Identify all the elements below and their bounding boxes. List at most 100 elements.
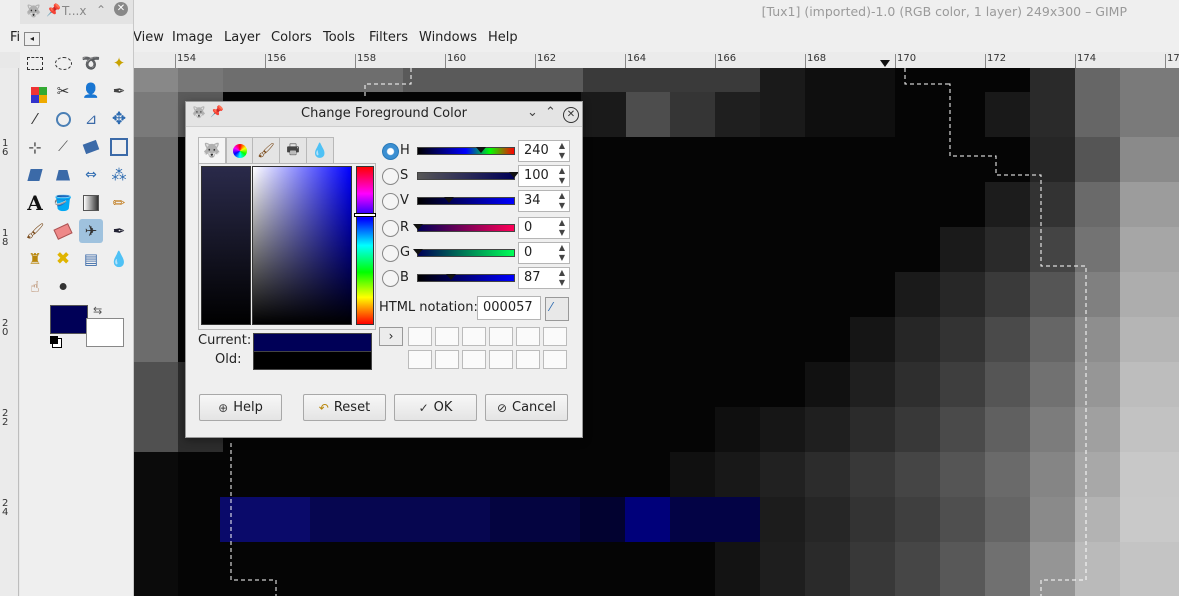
zoom-icon[interactable] xyxy=(51,107,75,131)
tab-menu-icon[interactable]: ◂ xyxy=(24,32,40,46)
spin-up-icon[interactable]: ▲ xyxy=(556,243,568,253)
measure-icon[interactable]: ⊿ xyxy=(79,107,103,131)
pencil-icon[interactable]: ✏ xyxy=(107,191,131,215)
slider-v-marker[interactable] xyxy=(444,197,454,203)
chevron-up-icon[interactable]: ⌃ xyxy=(545,105,556,120)
spin-r[interactable]: 0 ▲ ▼ xyxy=(518,217,570,239)
paths-icon[interactable]: ✒ xyxy=(107,79,131,103)
history-swatch[interactable] xyxy=(435,327,459,346)
eraser-icon[interactable] xyxy=(51,219,75,243)
swap-colors-icon[interactable]: ⇆ xyxy=(93,304,102,317)
spin-down-icon[interactable]: ▼ xyxy=(556,228,568,238)
spin-b[interactable]: 87 ▲ ▼ xyxy=(518,267,570,289)
spin-up-icon[interactable]: ▲ xyxy=(556,191,568,201)
blur-icon[interactable]: 💧 xyxy=(107,247,131,271)
history-swatch[interactable] xyxy=(462,327,486,346)
color-picker-button[interactable]: ⁄ xyxy=(545,297,569,321)
spin-down-icon[interactable]: ▼ xyxy=(556,176,568,186)
menu-colors[interactable]: Colors xyxy=(271,30,312,45)
perspective-clone-icon[interactable]: ▤ xyxy=(79,247,103,271)
background-color-swatch[interactable] xyxy=(86,318,124,347)
slider-s[interactable] xyxy=(417,172,515,180)
tab-color-wheel[interactable] xyxy=(226,137,254,165)
spin-s[interactable]: 100 ▲ ▼ xyxy=(518,165,570,187)
help-button[interactable]: ⊕ Help xyxy=(199,394,282,421)
align-icon[interactable]: ⊹ xyxy=(23,135,47,159)
color-strip[interactable] xyxy=(201,166,251,325)
radio-s[interactable] xyxy=(382,168,399,185)
color-picker-icon[interactable]: ⁄ xyxy=(23,107,47,131)
smudge-icon[interactable]: ☝ xyxy=(23,275,47,299)
slider-g-marker[interactable] xyxy=(413,249,423,255)
ellipse-select-icon[interactable] xyxy=(51,51,75,75)
foreground-select-icon[interactable]: 👤 xyxy=(79,79,103,103)
tab-scales[interactable]: 💧 xyxy=(306,137,334,165)
hue-bar-marker[interactable] xyxy=(354,213,376,217)
history-swatch[interactable] xyxy=(543,350,567,369)
pin-icon[interactable]: 📌 xyxy=(46,3,61,17)
vertical-ruler[interactable]: 1 6 1 8 2 0 2 2 2 4 xyxy=(0,68,19,596)
spin-down-icon[interactable]: ▼ xyxy=(556,253,568,263)
move-icon[interactable]: ✥ xyxy=(107,107,131,131)
menu-file[interactable]: Fi xyxy=(10,30,20,45)
perspective-icon[interactable] xyxy=(51,163,75,187)
spin-down-icon[interactable]: ▼ xyxy=(556,201,568,211)
fuzzy-select-icon[interactable]: ✦ xyxy=(107,51,131,75)
text-icon[interactable]: A xyxy=(23,191,47,215)
old-color-swatch[interactable] xyxy=(253,351,372,370)
history-swatch[interactable] xyxy=(516,327,540,346)
flip-icon[interactable]: ⇔ xyxy=(79,163,103,187)
dodge-burn-icon[interactable]: ⚫ xyxy=(51,275,75,299)
html-notation-input[interactable]: 000057 xyxy=(477,296,541,320)
airbrush-icon[interactable]: ✈ xyxy=(79,219,103,243)
heal-icon[interactable]: ✖ xyxy=(51,247,75,271)
default-colors-icon[interactable] xyxy=(50,336,58,344)
menu-filters[interactable]: Filters xyxy=(369,30,408,45)
menu-tools[interactable]: Tools xyxy=(323,30,355,45)
tab-cmyk[interactable]: 🖶 xyxy=(279,137,307,165)
foreground-color-swatch[interactable] xyxy=(50,305,88,334)
saturation-value-square[interactable] xyxy=(252,166,352,325)
add-to-history-button[interactable]: › xyxy=(379,327,403,346)
reset-button[interactable]: ↶ Reset xyxy=(303,394,386,421)
spin-g[interactable]: 0 ▲ ▼ xyxy=(518,242,570,264)
spin-v[interactable]: 34 ▲ ▼ xyxy=(518,190,570,212)
slider-v[interactable] xyxy=(417,197,515,205)
spin-up-icon[interactable]: ▲ xyxy=(556,166,568,176)
chevron-down-icon[interactable]: ⌄ xyxy=(527,105,538,120)
ok-button[interactable]: ✓ OK xyxy=(394,394,477,421)
hue-bar[interactable] xyxy=(356,166,374,325)
history-swatch[interactable] xyxy=(462,350,486,369)
clone-icon[interactable]: ♜ xyxy=(23,247,47,271)
slider-g[interactable] xyxy=(417,249,515,257)
spin-up-icon[interactable]: ▲ xyxy=(556,218,568,228)
slider-r[interactable] xyxy=(417,224,515,232)
slider-h[interactable] xyxy=(417,147,515,155)
radio-h[interactable] xyxy=(382,143,399,160)
menu-help[interactable]: Help xyxy=(488,30,518,45)
history-swatch[interactable] xyxy=(489,327,513,346)
rotate-icon[interactable] xyxy=(79,135,103,159)
crop-icon[interactable]: ⟋ xyxy=(51,135,75,159)
menu-layer[interactable]: Layer xyxy=(224,30,260,45)
tab-watercolor[interactable]: 🖌 xyxy=(252,137,280,165)
radio-b[interactable] xyxy=(382,270,399,287)
bucket-fill-icon[interactable]: 🪣 xyxy=(51,191,75,215)
by-color-select-icon[interactable] xyxy=(23,79,47,103)
spin-down-icon[interactable]: ▼ xyxy=(556,151,568,161)
horizontal-ruler[interactable]: 154 156 158 160 162 164 166 168 170 172 … xyxy=(133,52,1179,69)
minimize-icon[interactable]: ⌃ xyxy=(96,3,106,17)
radio-r[interactable] xyxy=(382,220,399,237)
history-swatch[interactable] xyxy=(408,350,432,369)
paintbrush-icon[interactable]: 🖌 xyxy=(23,219,47,243)
slider-b-marker[interactable] xyxy=(446,274,456,280)
history-swatch[interactable] xyxy=(489,350,513,369)
menu-view[interactable]: View xyxy=(133,30,164,45)
history-swatch[interactable] xyxy=(408,327,432,346)
spin-down-icon[interactable]: ▼ xyxy=(556,278,568,288)
cage-transform-icon[interactable]: ⁂ xyxy=(107,163,131,187)
history-swatch[interactable] xyxy=(435,350,459,369)
radio-v[interactable] xyxy=(382,193,399,210)
spin-h[interactable]: 240 ▲ ▼ xyxy=(518,140,570,162)
rect-select-icon[interactable] xyxy=(23,51,47,75)
